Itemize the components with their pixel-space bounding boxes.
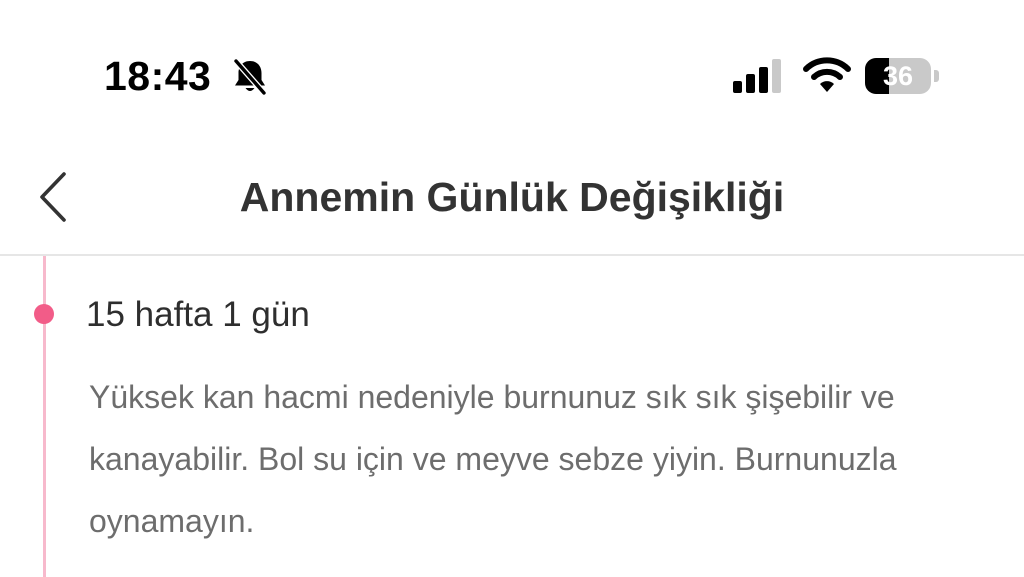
timeline-entry-title: 15 hafta 1 gün [86, 295, 310, 334]
page-title: Annemin Günlük Değişikliği [239, 174, 785, 220]
battery-icon: 36 [865, 58, 941, 94]
chevron-left-icon [40, 172, 66, 222]
battery-cap [934, 70, 939, 82]
bell-slash-icon [233, 58, 267, 96]
cellular-signal-icon [733, 59, 781, 93]
timeline-entry-text: Yüksek kan hacmi nedeniyle burnunuz sık … [89, 379, 897, 539]
battery-body: 36 [865, 58, 931, 94]
back-button[interactable] [28, 168, 80, 226]
wifi-icon [803, 57, 851, 92]
timeline-dot [34, 304, 54, 324]
status-time: 18:43 [104, 53, 212, 99]
nav-bar: Annemin Günlük Değişikliği [0, 140, 1024, 256]
battery-level: 36 [882, 61, 914, 91]
status-bar: 18:43 36 [0, 0, 1024, 140]
